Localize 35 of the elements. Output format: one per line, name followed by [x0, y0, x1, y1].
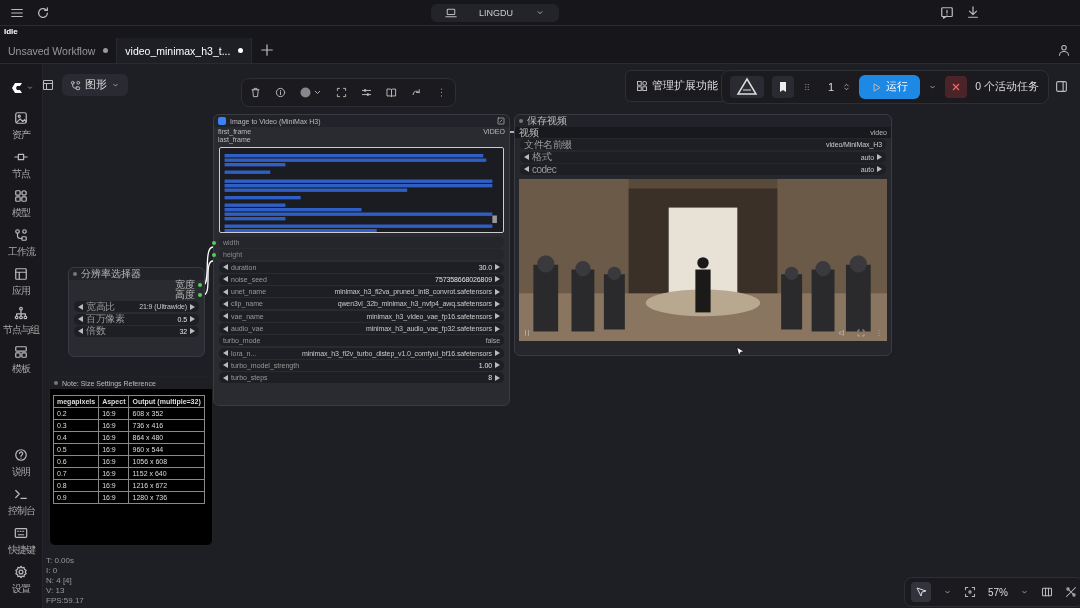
widget-label: 格式: [532, 150, 551, 165]
widget-label: 宽高比: [86, 299, 115, 314]
sidebar-item[interactable]: 应用: [12, 267, 30, 306]
node-title: 分辨率选择器: [81, 267, 141, 281]
input-label: 视频: [519, 126, 539, 140]
stats-text: V: 13: [46, 586, 66, 596]
sidebar-item[interactable]: 节点与组: [3, 306, 39, 345]
sidebar-item[interactable]: 快捷键: [7, 526, 35, 565]
sidebar-item[interactable]: 节点: [12, 150, 30, 189]
workflow-tab[interactable]: video_minimax_h3_t...: [117, 38, 253, 63]
sidebar-item[interactable]: 说明: [12, 448, 30, 487]
sidebar-item[interactable]: 控制台: [7, 487, 35, 526]
output-label: 宽度: [175, 278, 195, 290]
stats-text: I: 0: [46, 566, 59, 576]
stats-text: FPS:59.17: [46, 596, 84, 606]
sidebar-item[interactable]: 设置: [12, 565, 30, 604]
node-title: 保存视频: [527, 114, 567, 128]
zoom-level[interactable]: 57%: [988, 586, 1008, 598]
output-label: 高度: [175, 289, 195, 302]
widget-label: 文件名前缀: [524, 138, 572, 152]
stats-text: N: 4 [4]: [46, 576, 73, 586]
status-text: Idle: [0, 26, 1080, 38]
sidebar-item[interactable]: 资产: [12, 111, 30, 150]
widget-label: 倍数: [86, 324, 105, 339]
stats-text: T: 0.00s: [46, 556, 75, 566]
batch-count[interactable]: 1: [828, 81, 835, 93]
sidebar-item[interactable]: 模板: [12, 345, 30, 384]
active-tasks-text[interactable]: 0 个活动任务: [975, 80, 1039, 94]
sidebar-item[interactable]: 模型: [12, 189, 30, 228]
sidebar-item[interactable]: 工作流: [7, 228, 35, 267]
view-mode-button[interactable]: 图形: [62, 74, 128, 96]
widget-label: codec: [532, 163, 557, 175]
workspace-name[interactable]: LINGDU: [479, 7, 513, 18]
widget-label: 百万像素: [86, 312, 124, 326]
run-button[interactable]: 运行: [859, 75, 921, 99]
